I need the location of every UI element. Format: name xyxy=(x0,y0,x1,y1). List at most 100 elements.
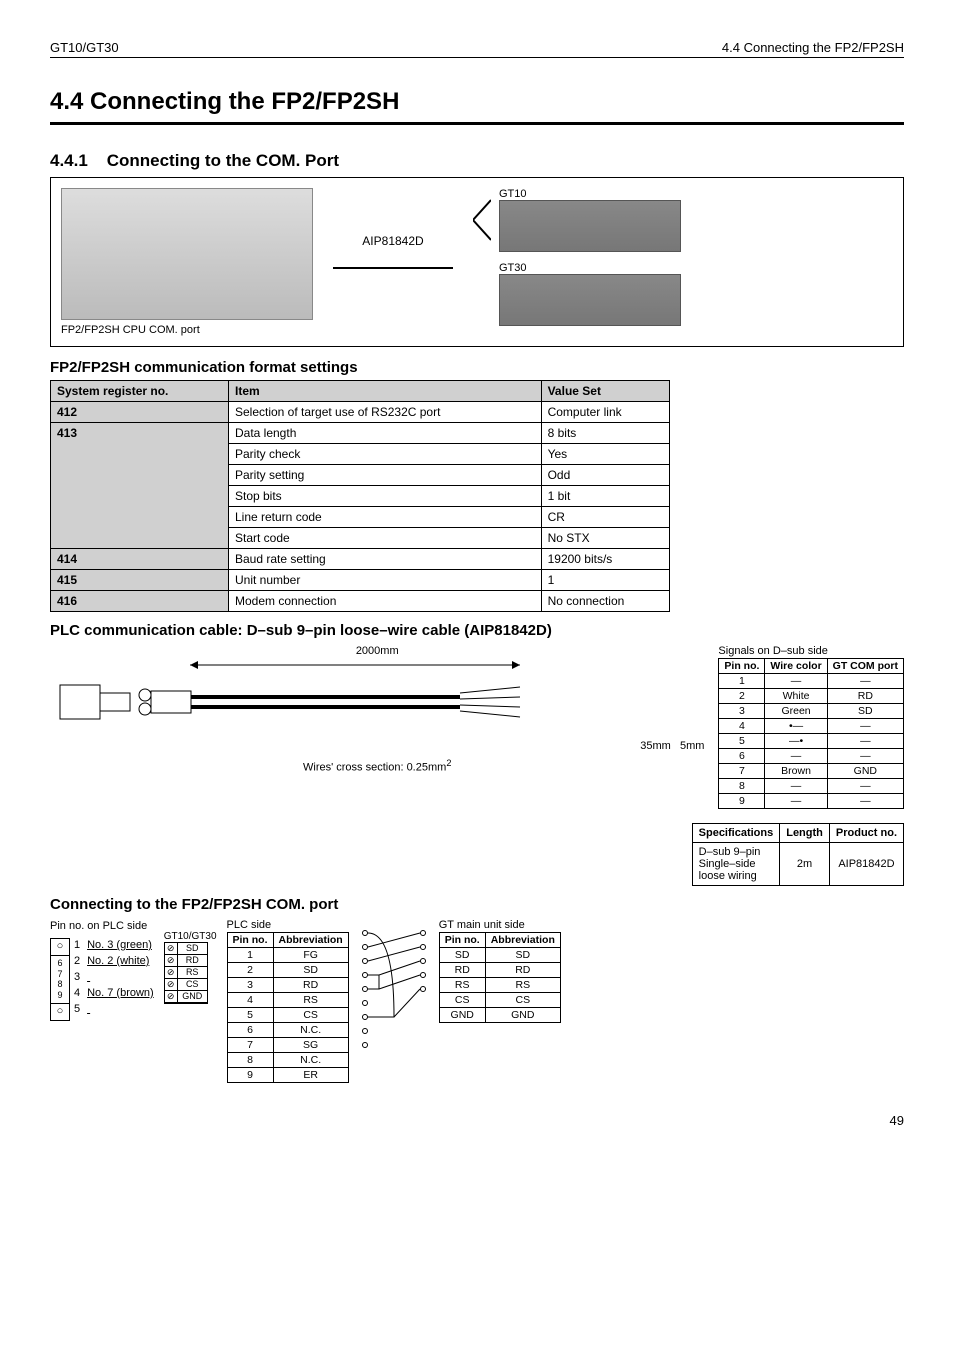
settings-cell: No STX xyxy=(541,528,669,549)
reg-cell: 416 xyxy=(51,591,229,612)
wire-cross-section: Wires' cross section: 0.25mm xyxy=(303,762,446,774)
cable-svg xyxy=(50,657,530,737)
settings-cell: Data length xyxy=(228,423,541,444)
spec-table: Specifications Length Product no. D–sub … xyxy=(692,823,904,886)
dim-total: 2000mm xyxy=(356,645,399,657)
plc-table-cell: 2 xyxy=(227,963,273,978)
sig-col2: GT COM port xyxy=(827,659,903,674)
signal-cell: 3 xyxy=(719,704,765,719)
settings-cell: 19200 bits/s xyxy=(541,549,669,570)
signals-table: Pin no. Wire color GT COM port 1——2White… xyxy=(718,658,904,809)
subsection-title: 4.4.1 Connecting to the COM. Port xyxy=(50,151,904,171)
signal-cell: 1 xyxy=(719,674,765,689)
signal-cell: 6 xyxy=(719,749,765,764)
col-reg: System register no. xyxy=(51,381,229,402)
col-value: Value Set xyxy=(541,381,669,402)
section-title: 4.4 Connecting the FP2/FP2SH xyxy=(50,88,904,125)
reg-cell: 415 xyxy=(51,570,229,591)
signal-cell: 8 xyxy=(719,779,765,794)
signal-cell: 5 xyxy=(719,734,765,749)
dim-end: 5mm xyxy=(680,740,704,752)
settings-cell: Unit number xyxy=(228,570,541,591)
plc-table-cell: ER xyxy=(273,1068,348,1083)
reg-cell: 413 xyxy=(51,423,229,549)
gt30-image xyxy=(499,274,681,326)
signal-cell: — xyxy=(765,794,827,809)
plc-table-cell: 1 xyxy=(227,948,273,963)
signal-cell: — xyxy=(827,794,903,809)
plc-wire-line: 2 No. 2 (white) xyxy=(74,954,154,970)
plc-caption: FP2/FP2SH CPU COM. port xyxy=(61,324,313,336)
gtmain-col0: Pin no. xyxy=(439,933,485,948)
gt10-image xyxy=(499,200,681,252)
settings-cell: CR xyxy=(541,507,669,528)
signal-cell: Green xyxy=(765,704,827,719)
plc-tbl-col0: Pin no. xyxy=(227,933,273,948)
cable-drawing: 2000mm 35mm 5mm Wires' cross section: 0.… xyxy=(50,645,704,774)
branch-icon xyxy=(473,195,491,245)
spec-desc: D–sub 9–pin Single–side loose wiring xyxy=(692,843,780,886)
signal-cell: •— xyxy=(765,719,827,734)
signal-cell: 7 xyxy=(719,764,765,779)
gt30-label: GT30 xyxy=(499,262,681,274)
dsub-top-icon: ○ xyxy=(51,939,69,956)
settings-cell: Start code xyxy=(228,528,541,549)
spec-pn: AIP81842D xyxy=(829,843,903,886)
plc-table-cell: FG xyxy=(273,948,348,963)
signal-cell: — xyxy=(827,734,903,749)
header-right: 4.4 Connecting the FP2/FP2SH xyxy=(722,40,904,55)
gtmain-cell: RD xyxy=(485,963,560,978)
plc-table-cell: CS xyxy=(273,1008,348,1023)
plc-side-block: Pin no. on PLC side ○ 6 7 8 9 ○ 1 No. 3 … xyxy=(50,919,154,1021)
header-left: GT10/GT30 xyxy=(50,40,119,55)
settings-cell: 8 bits xyxy=(541,423,669,444)
gt-term-row: ⊘SD xyxy=(165,943,207,955)
plc-wire-line: 4 No. 7 (brown) xyxy=(74,986,154,1002)
subsection-num: 4.4.1 xyxy=(50,151,88,170)
plc-wire-line: 1 No. 3 (green) xyxy=(74,938,154,954)
plc-table-cell: 8 xyxy=(227,1053,273,1068)
signal-cell: — xyxy=(765,674,827,689)
wiring-cross-icon xyxy=(359,919,429,1059)
settings-heading: FP2/FP2SH communication format settings xyxy=(50,359,904,376)
plc-side-caption: Pin no. on PLC side xyxy=(50,919,154,935)
gt-term-row: ⊘RS xyxy=(165,967,207,979)
square-superscript: 2 xyxy=(446,758,451,768)
sig-col0: Pin no. xyxy=(719,659,765,674)
col-item: Item xyxy=(228,381,541,402)
settings-cell: Odd xyxy=(541,465,669,486)
signal-cell: — xyxy=(827,719,903,734)
signal-cell: GND xyxy=(827,764,903,779)
plc-table-cell: RS xyxy=(273,993,348,1008)
signal-cell: —• xyxy=(765,734,827,749)
signal-cell: 4 xyxy=(719,719,765,734)
cable-heading: PLC communication cable: D–sub 9–pin loo… xyxy=(50,622,904,639)
gtmain-cell: RD xyxy=(439,963,485,978)
settings-cell: Yes xyxy=(541,444,669,465)
plc-table-cell: 6 xyxy=(227,1023,273,1038)
plc-table-caption: PLC side xyxy=(227,919,349,931)
gtmain-cell: GND xyxy=(485,1008,560,1023)
spec-col2: Product no. xyxy=(829,824,903,843)
signal-cell: 2 xyxy=(719,689,765,704)
signals-caption: Signals on D–sub side xyxy=(718,645,904,657)
gtmain-table: Pin no. Abbreviation SDSDRDRDRSRSCSCSGND… xyxy=(439,932,561,1023)
gtmain-col1: Abbreviation xyxy=(485,933,560,948)
gt-terminal-block: ⊘SD⊘RD⊘RS⊘CS⊘GND xyxy=(164,942,208,1004)
gt-term-row: ⊘RD xyxy=(165,955,207,967)
sig-col1: Wire color xyxy=(765,659,827,674)
gt10-label: GT10 xyxy=(499,188,681,200)
gtmain-cell: SD xyxy=(439,948,485,963)
cable-line-icon xyxy=(333,248,453,288)
spec-len: 2m xyxy=(780,843,830,886)
plc-table-cell: N.C. xyxy=(273,1053,348,1068)
page-number: 49 xyxy=(50,1113,904,1128)
settings-cell: Baud rate setting xyxy=(228,549,541,570)
gtmain-cell: CS xyxy=(485,993,560,1008)
dim-mid: 35mm xyxy=(640,740,671,752)
conn-heading: Connecting to the FP2/FP2SH COM. port xyxy=(50,896,904,913)
signal-cell: 9 xyxy=(719,794,765,809)
signal-cell: Brown xyxy=(765,764,827,779)
plc-tbl-col1: Abbreviation xyxy=(273,933,348,948)
cable-label: AIP81842D xyxy=(333,234,453,248)
